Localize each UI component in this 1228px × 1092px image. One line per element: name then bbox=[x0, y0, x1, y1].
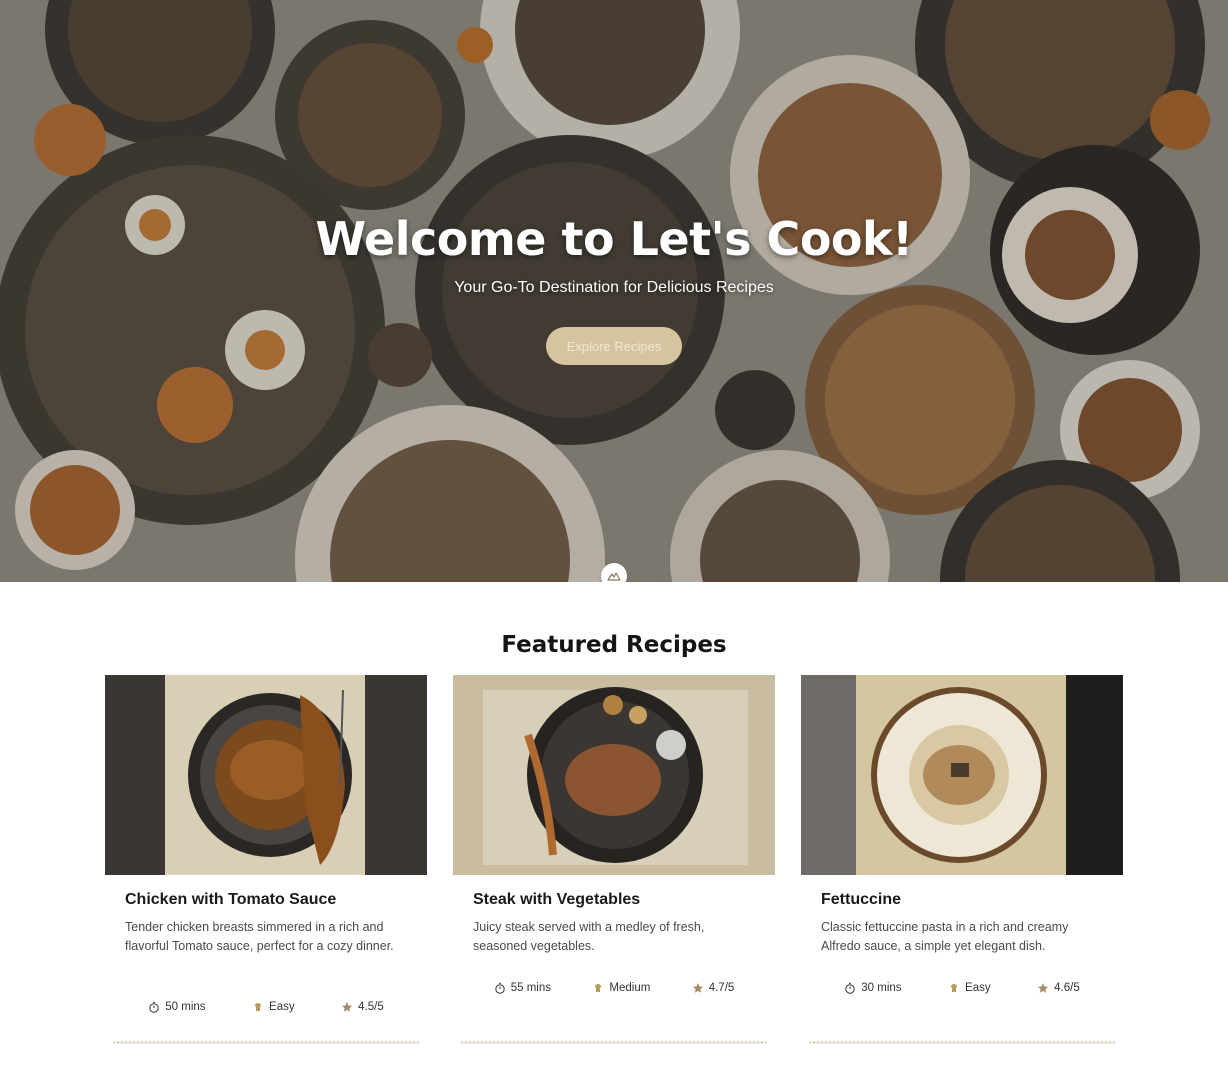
recipe-image bbox=[453, 675, 775, 875]
recipe-rating: 4.6/5 bbox=[1037, 982, 1080, 994]
recipe-card[interactable]: Chicken with Tomato Sauce Tender chicken… bbox=[105, 675, 427, 1050]
recipe-time-value: 50 mins bbox=[165, 1001, 206, 1013]
recipe-difficulty: Medium bbox=[592, 982, 650, 994]
hero-subtitle: Your Go-To Destination for Delicious Rec… bbox=[454, 279, 774, 296]
chef-icon bbox=[595, 984, 602, 992]
recipe-difficulty-value: Medium bbox=[609, 982, 651, 994]
recipe-description: Tender chicken breasts simmered in a ric… bbox=[125, 920, 394, 953]
recipe-image bbox=[801, 675, 1123, 875]
recipe-description: Juicy steak served with a medley of fres… bbox=[473, 920, 705, 953]
recipe-rating-value: 4.6/5 bbox=[1054, 982, 1080, 994]
recipe-difficulty-value: Easy bbox=[965, 982, 991, 994]
recipe-time-value: 30 mins bbox=[861, 982, 902, 994]
recipe-time-value: 55 mins bbox=[510, 982, 551, 994]
card-divider bbox=[809, 1041, 1115, 1044]
recipe-difficulty-value: Easy bbox=[269, 1001, 295, 1013]
recipe-title[interactable]: Fettuccine bbox=[821, 891, 1123, 909]
recipe-time: 55 mins bbox=[494, 982, 551, 994]
featured-recipes-title: Featured Recipes bbox=[501, 632, 727, 658]
hero-content: Welcome to Let's Cook! Your Go-To Destin… bbox=[0, 0, 1228, 582]
recipe-time: 30 mins bbox=[844, 982, 902, 994]
recipe-difficulty: Easy bbox=[252, 1001, 295, 1013]
recipe-card-list: Chicken with Tomato Sauce Tender chicken… bbox=[105, 675, 1123, 1075]
recipe-rating-value: 4.5/5 bbox=[358, 1001, 384, 1013]
recipe-meta: 55 mins Medium 4.7/5 bbox=[453, 982, 775, 994]
card-divider bbox=[461, 1041, 767, 1044]
recipe-image bbox=[105, 675, 427, 875]
recipe-meta: 30 mins Easy 4.6/5 bbox=[801, 982, 1123, 994]
scroll-down-badge[interactable] bbox=[601, 563, 627, 582]
explore-recipes-button[interactable]: Explore Recipes bbox=[546, 327, 682, 365]
star-icon bbox=[692, 983, 703, 993]
stopwatch-icon bbox=[149, 1001, 159, 1013]
card-divider bbox=[113, 1041, 419, 1044]
recipe-description: Classic fettuccine pasta in a rich and c… bbox=[821, 920, 1069, 953]
recipe-title[interactable]: Chicken with Tomato Sauce bbox=[125, 891, 427, 909]
recipe-title[interactable]: Steak with Vegetables bbox=[473, 891, 775, 909]
stopwatch-icon bbox=[495, 982, 505, 994]
recipe-time: 50 mins bbox=[148, 1001, 206, 1013]
recipe-card[interactable]: Fettuccine Classic fettuccine pasta in a… bbox=[801, 675, 1123, 1050]
stopwatch-icon bbox=[845, 982, 855, 994]
chef-icon bbox=[255, 1003, 262, 1011]
recipe-meta: 50 mins Easy 4.5/5 bbox=[105, 1001, 427, 1013]
hero-section: Welcome to Let's Cook! Your Go-To Destin… bbox=[0, 0, 1228, 582]
recipe-rating: 4.7/5 bbox=[692, 982, 735, 994]
recipe-card[interactable]: Steak with Vegetables Juicy steak served… bbox=[453, 675, 775, 1050]
recipe-difficulty: Easy bbox=[948, 982, 991, 994]
star-icon bbox=[342, 1002, 353, 1012]
recipe-rating: 4.5/5 bbox=[341, 1001, 384, 1013]
recipe-rating-value: 4.7/5 bbox=[708, 982, 735, 994]
chef-icon bbox=[951, 984, 958, 992]
mountain-icon bbox=[607, 572, 621, 581]
hero-title: Welcome to Let's Cook! bbox=[315, 212, 913, 266]
star-icon bbox=[1038, 983, 1049, 993]
